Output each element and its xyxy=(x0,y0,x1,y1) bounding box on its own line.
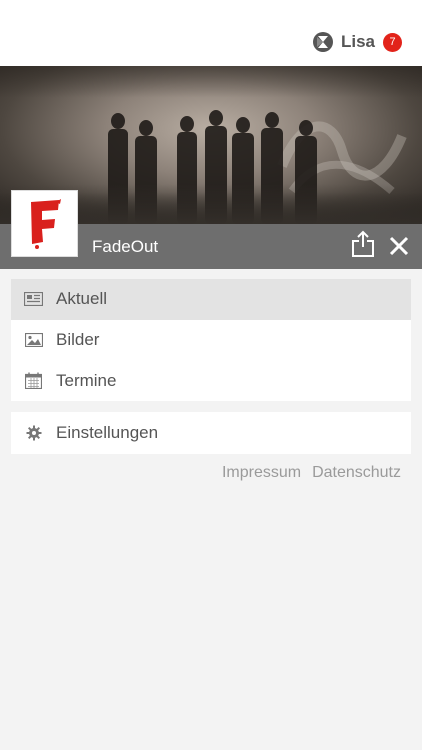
settings-menu: Einstellungen xyxy=(11,412,411,454)
menu-item-label: Termine xyxy=(56,370,117,390)
impressum-link[interactable]: Impressum xyxy=(222,464,301,482)
band-logo-icon xyxy=(30,198,61,249)
band-name: FadeOut xyxy=(92,237,159,256)
menu-item-einstellungen[interactable]: Einstellungen xyxy=(11,412,411,454)
share-icon xyxy=(352,230,374,257)
menu-item-termine[interactable]: Termine xyxy=(11,360,411,401)
menu-item-label: Bilder xyxy=(56,330,100,350)
close-icon xyxy=(389,236,409,256)
menu-item-aktuell[interactable]: Aktuell xyxy=(11,279,411,320)
menu-item-label: Aktuell xyxy=(56,289,108,309)
band-logo xyxy=(11,190,78,257)
brand-logo-icon xyxy=(312,32,333,52)
menu-item-label: Einstellungen xyxy=(56,423,159,442)
calendar-icon xyxy=(24,371,43,390)
top-bar: Lisa 7 xyxy=(0,0,422,66)
menu-item-bilder[interactable]: Bilder xyxy=(11,320,411,361)
user-profile[interactable]: Lisa 7 xyxy=(312,31,402,53)
share-button[interactable] xyxy=(351,230,375,258)
image-icon xyxy=(24,331,43,350)
gear-icon xyxy=(24,424,43,443)
main-menu: Aktuell Bilder Termine xyxy=(11,279,411,402)
notification-badge[interactable]: 7 xyxy=(383,32,402,52)
footer-links: Impressum Datenschutz xyxy=(222,464,401,482)
datenschutz-link[interactable]: Datenschutz xyxy=(312,464,401,482)
close-button[interactable] xyxy=(388,235,410,257)
user-name: Lisa xyxy=(340,32,375,51)
newspaper-icon xyxy=(24,290,43,309)
